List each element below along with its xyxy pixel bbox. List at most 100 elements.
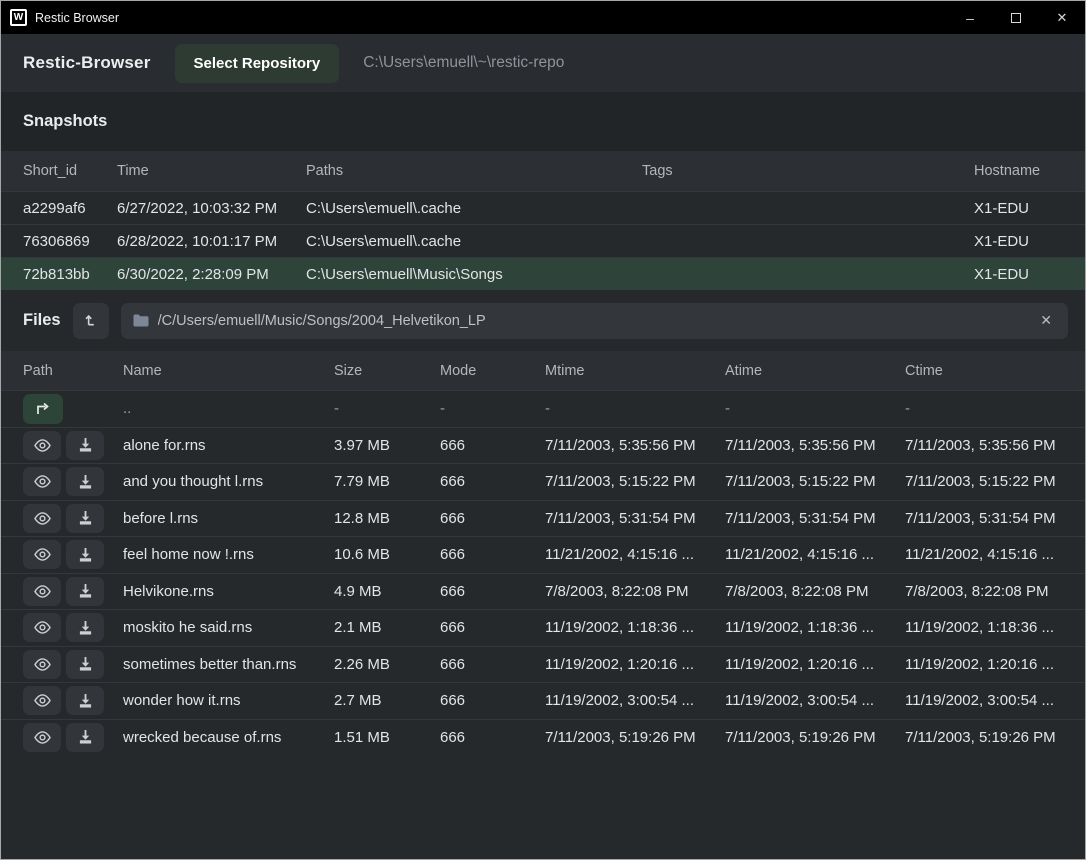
snapshot-hostname: X1-EDU [974, 200, 1068, 217]
file-mode: 666 [440, 656, 545, 673]
download-file-button[interactable] [66, 686, 104, 715]
snapshot-hostname: X1-EDU [974, 266, 1068, 283]
snapshots-heading-band: Snapshots [1, 92, 1085, 151]
file-name: moskito he said.rns [123, 619, 334, 636]
file-mode: 666 [440, 583, 545, 600]
file-mtime: 7/8/2003, 8:22:08 PM [545, 583, 725, 600]
snapshot-short-id: a2299af6 [23, 200, 117, 217]
app-window: W Restic Browser – ✕ Restic-Browser Sele… [0, 0, 1086, 860]
preview-file-button[interactable] [23, 613, 61, 642]
snapshot-time: 6/28/2022, 10:01:17 PM [117, 233, 306, 250]
select-repository-button[interactable]: Select Repository [175, 44, 340, 83]
file-atime: 7/11/2003, 5:15:22 PM [725, 473, 905, 490]
file-row: Helvikone.rns 4.9 MB 666 7/8/2003, 8:22:… [1, 573, 1085, 610]
preview-file-button[interactable] [23, 650, 61, 679]
window-controls: – ✕ [947, 1, 1085, 34]
preview-file-button[interactable] [23, 577, 61, 606]
preview-file-button[interactable] [23, 723, 61, 752]
file-mtime: 7/11/2003, 5:15:22 PM [545, 473, 725, 490]
file-atime: 7/11/2003, 5:31:54 PM [725, 510, 905, 527]
file-name: alone for.rns [123, 437, 334, 454]
snapshot-time: 6/27/2022, 10:03:32 PM [117, 200, 306, 217]
close-button[interactable]: ✕ [1039, 1, 1085, 34]
file-mode: 666 [440, 546, 545, 563]
column-ctime: Ctime [905, 363, 1068, 379]
files-heading: Files [23, 311, 61, 330]
snapshot-row-selected[interactable]: 72b813bb 6/30/2022, 2:28:09 PM C:\Users\… [1, 257, 1085, 290]
preview-file-button[interactable] [23, 504, 61, 533]
eye-icon [33, 439, 52, 452]
clear-icon: ✕ [1040, 312, 1052, 328]
file-mtime: 7/11/2003, 5:35:56 PM [545, 437, 725, 454]
download-icon [78, 657, 93, 671]
file-row: before l.rns 12.8 MB 666 7/11/2003, 5:31… [1, 500, 1085, 537]
column-size: Size [334, 363, 440, 379]
preview-file-button[interactable] [23, 540, 61, 569]
eye-icon [33, 475, 52, 488]
snapshot-short-id: 76306869 [23, 233, 117, 250]
file-tree-toggle-button[interactable] [73, 303, 109, 339]
file-size: 2.26 MB [334, 656, 440, 673]
maximize-icon [1011, 13, 1021, 23]
file-name: feel home now !.rns [123, 546, 334, 563]
file-atime: 7/11/2003, 5:19:26 PM [725, 729, 905, 746]
maximize-button[interactable] [993, 1, 1039, 34]
download-icon [78, 475, 93, 489]
download-file-button[interactable] [66, 467, 104, 496]
file-name: wonder how it.rns [123, 692, 334, 709]
download-file-button[interactable] [66, 504, 104, 533]
file-mtime: 11/19/2002, 1:20:16 ... [545, 656, 725, 673]
column-name: Name [123, 363, 334, 379]
download-icon [78, 584, 93, 598]
up-level-icon [83, 313, 98, 328]
preview-file-button[interactable] [23, 467, 61, 496]
minimize-icon: – [966, 10, 974, 26]
file-mode: 666 [440, 729, 545, 746]
eye-icon [33, 585, 52, 598]
minimize-button[interactable]: – [947, 1, 993, 34]
clear-path-button[interactable]: ✕ [1036, 310, 1056, 331]
file-size: 10.6 MB [334, 546, 440, 563]
column-atime: Atime [725, 363, 905, 379]
preview-file-button[interactable] [23, 431, 61, 460]
eye-icon [33, 694, 52, 707]
download-icon [78, 438, 93, 452]
download-file-button[interactable] [66, 577, 104, 606]
titlebar: W Restic Browser – ✕ [1, 1, 1085, 34]
current-path-input[interactable]: /C/Users/emuell/Music/Songs/2004_Helveti… [121, 303, 1068, 339]
download-file-button[interactable] [66, 613, 104, 642]
download-icon [78, 548, 93, 562]
go-to-parent-button[interactable] [23, 394, 63, 424]
app-toolbar: Restic-Browser Select Repository C:\User… [1, 34, 1085, 92]
file-ctime: 11/19/2002, 3:00:54 ... [905, 692, 1068, 709]
preview-file-button[interactable] [23, 686, 61, 715]
file-mode: 666 [440, 510, 545, 527]
snapshot-hostname: X1-EDU [974, 233, 1068, 250]
download-file-button[interactable] [66, 650, 104, 679]
file-mtime: - [545, 400, 725, 417]
file-mtime: 11/21/2002, 4:15:16 ... [545, 546, 725, 563]
download-file-button[interactable] [66, 723, 104, 752]
download-icon [78, 621, 93, 635]
download-icon [78, 730, 93, 744]
file-mode: 666 [440, 473, 545, 490]
file-name: and you thought l.rns [123, 473, 334, 490]
file-name: Helvikone.rns [123, 583, 334, 600]
file-size: - [334, 400, 440, 417]
download-file-button[interactable] [66, 431, 104, 460]
snapshot-row[interactable]: 76306869 6/28/2022, 10:01:17 PM C:\Users… [1, 224, 1085, 257]
column-paths: Paths [306, 163, 642, 179]
file-size: 12.8 MB [334, 510, 440, 527]
file-atime: 11/19/2002, 1:20:16 ... [725, 656, 905, 673]
eye-icon [33, 548, 52, 561]
download-file-button[interactable] [66, 540, 104, 569]
file-mode: - [440, 400, 545, 417]
file-mode: 666 [440, 692, 545, 709]
file-size: 3.97 MB [334, 437, 440, 454]
repository-path: C:\Users\emuell\~\restic-repo [363, 54, 564, 72]
download-icon [78, 511, 93, 525]
titlebar-left: W Restic Browser [1, 9, 947, 26]
snapshot-paths: C:\Users\emuell\Music\Songs [306, 266, 642, 283]
column-tags: Tags [642, 163, 974, 179]
snapshot-row[interactable]: a2299af6 6/27/2022, 10:03:32 PM C:\Users… [1, 191, 1085, 224]
